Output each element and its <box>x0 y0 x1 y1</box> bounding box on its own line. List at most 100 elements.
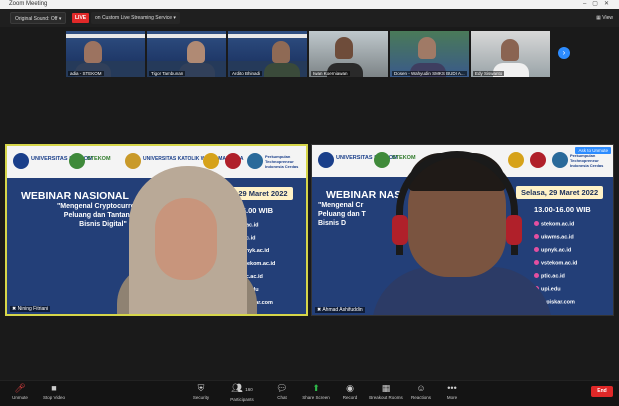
site-item: ukwms.ac.id <box>534 234 574 241</box>
ukwms-logo <box>125 153 141 169</box>
technopreneur-logo <box>552 152 568 168</box>
record-icon: ◉ <box>346 383 354 393</box>
bullet-icon <box>534 260 539 265</box>
speaker-face <box>155 198 217 280</box>
video-camera-icon: ■ <box>51 383 57 393</box>
stekom-emblem <box>69 153 85 169</box>
participants-label: Participants <box>230 397 254 402</box>
technopreneur-logo <box>247 153 263 169</box>
slide-logo-band <box>66 34 145 38</box>
record-button[interactable]: ◉ Record <box>330 383 370 400</box>
live-streaming-dropdown[interactable]: on Custom Live Streaming Service ▾ <box>91 12 180 24</box>
participant-tile[interactable]: Iwan Koerniawan <box>309 31 388 77</box>
site-label: c.id <box>246 235 256 242</box>
site-label: stekom.ac.id <box>541 221 575 228</box>
webinar-time: 13.00-16.00 WIB <box>534 205 591 214</box>
logo-text: Perkumpulan Technopreneur Indonesia Cerd… <box>265 154 299 169</box>
participant-name: ✖ Nining Fitriani <box>10 306 51 312</box>
live-badge: LIVE <box>72 13 90 23</box>
breakout-rooms-label: Breakout Rooms <box>369 395 403 400</box>
meeting-topbar: Original Sound: Off ▾ LIVE on Custom Liv… <box>0 9 619 27</box>
video-tile-active-speaker[interactable]: UNIVERSITAS STEKOM STEKOM UNIVERSITAS KA… <box>5 144 308 316</box>
logo-text: STEKOM <box>87 156 111 162</box>
participant-avatar <box>272 41 290 63</box>
site-item: ptic.ac.id <box>534 273 565 280</box>
subtitle-line: "Mengenal Cr <box>318 202 364 209</box>
original-sound-toggle[interactable]: Original Sound: Off ▾ <box>10 12 67 24</box>
participant-avatar <box>335 37 353 59</box>
participant-tile[interactable]: Ardito Bhinadi <box>228 31 307 77</box>
participants-button[interactable]: 👥︎ 160 Participants <box>222 383 262 402</box>
shield-icon: ⛨ <box>197 383 205 393</box>
ptic-logo <box>225 153 241 169</box>
upn-logo <box>508 152 524 168</box>
site-label: upnyk.ac.id <box>541 247 572 254</box>
ptic-logo <box>530 152 546 168</box>
logo-text: Perkumpulan Technopreneur Indonesia Cerd… <box>570 153 604 168</box>
window-controls[interactable]: –▢✕ <box>583 0 615 9</box>
participant-tile[interactable]: Tigor Tambunan <box>147 31 226 77</box>
participant-name: Ardito Bhinadi <box>230 71 263 76</box>
stekom-logo <box>13 153 29 169</box>
bullet-icon <box>534 234 539 239</box>
participant-name-label: Nining Fitriani <box>17 306 49 312</box>
site-item: stekom.ac.id <box>534 221 574 228</box>
webinar-title: WEBINAR NAS <box>326 189 402 201</box>
reactions-label: Reactions <box>410 395 431 400</box>
slide-logo-band <box>228 34 307 38</box>
webinar-title: WEBINAR NASIONAL <box>21 190 129 202</box>
participant-name: Edy Siswanto <box>473 71 505 76</box>
more-label: More <box>446 395 458 400</box>
site-label: ukwms.ac.id <box>541 234 574 241</box>
participant-name-label: Ahmad Ashifuddin <box>322 307 363 313</box>
site-label: upi.edu <box>541 286 561 293</box>
security-button[interactable]: ⛨ Security <box>181 383 221 400</box>
site-label: ac.id <box>246 222 259 229</box>
ask-to-unmute-button[interactable]: Ask to Unmute <box>575 147 611 154</box>
record-label: Record <box>342 395 358 400</box>
site-item: upnyk.ac.id <box>534 247 571 254</box>
unmute-label: Unmute <box>12 395 28 400</box>
upn-logo <box>203 153 219 169</box>
site-label: ptic.ac.id <box>541 273 565 280</box>
shared-slide-thumb <box>66 31 145 61</box>
webinar-date: Selasa, 29 Maret 2022 <box>516 186 604 199</box>
participants-count: 160 <box>245 387 253 392</box>
logo-text: STEKOM <box>392 155 416 161</box>
site-item: vstekom.ac.id <box>534 260 577 267</box>
share-screen-label: Share Screen <box>302 395 330 400</box>
stop-video-button[interactable]: ■ Stop Video <box>34 383 74 400</box>
window-titlebar: Zoom Meeting –▢✕ <box>0 0 619 9</box>
participant-name: Iwan Koerniawan <box>311 71 350 76</box>
slide-logo-band <box>147 34 226 38</box>
participant-name: ✖ Ahmad Ashifuddin <box>315 307 365 313</box>
headset-earcup <box>392 215 408 245</box>
headset-earcup <box>506 215 522 245</box>
gallery-next-button[interactable]: › <box>558 47 570 59</box>
breakout-rooms-button[interactable]: ▦ Breakout Rooms <box>366 383 406 400</box>
participant-name: adia - STEKOM <box>68 71 104 76</box>
participant-avatar <box>187 41 205 63</box>
participant-tile[interactable]: Edy Siswanto <box>471 31 550 77</box>
participant-tile[interactable]: Dosen - Wahyudin SMKS BUDI A... <box>390 31 469 77</box>
chat-label: Chat <box>277 395 287 400</box>
participant-tile[interactable]: adia - STEKOM <box>66 31 145 77</box>
more-button[interactable]: ••• More <box>432 383 472 400</box>
participant-body <box>264 63 300 77</box>
ellipsis-icon: ••• <box>447 383 457 393</box>
view-label: View <box>602 15 613 21</box>
window-title: Zoom Meeting <box>9 1 48 7</box>
mic-muted-icon: ✖ <box>317 307 322 313</box>
view-button[interactable]: ▦ View <box>596 12 613 24</box>
bullet-icon <box>534 247 539 252</box>
breakout-rooms-icon: ▦ <box>381 383 391 393</box>
end-meeting-button[interactable]: End <box>591 386 613 397</box>
participant-avatar <box>418 37 436 59</box>
site-label: vstekom.ac.id <box>541 260 578 267</box>
video-tile-speaker[interactable]: UNIVERSITAS STEKOM STEKOM Perkumpulan Te… <box>311 144 614 316</box>
stop-video-label: Stop Video <box>43 395 65 400</box>
participant-name: Dosen - Wahyudin SMKS BUDI A... <box>392 71 467 76</box>
participants-icon: 👥︎ 160 <box>231 383 253 393</box>
bullet-icon <box>534 221 539 226</box>
subtitle-line: Bisnis D <box>318 220 347 227</box>
